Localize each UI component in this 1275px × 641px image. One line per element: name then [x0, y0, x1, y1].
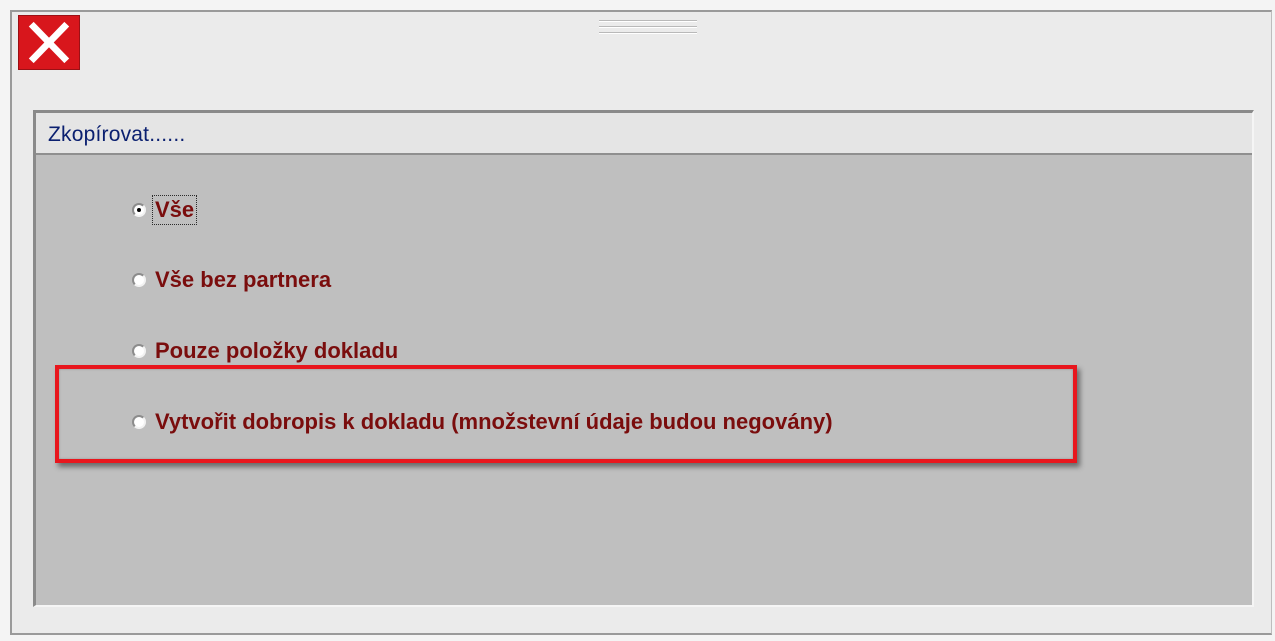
- group-header: Zkopírovat......: [36, 113, 1252, 155]
- close-x-icon: [28, 21, 70, 64]
- radio-option-all[interactable]: Vše: [132, 193, 198, 227]
- copy-options-group: Zkopírovat...... Vše Vše bez partnera Po…: [33, 110, 1254, 607]
- group-title: Zkopírovat......: [48, 123, 186, 146]
- radio-label-all: Vše: [151, 195, 198, 225]
- radio-label-document-items-only: Pouze položky dokladu: [155, 338, 399, 363]
- radio-option-document-items-only[interactable]: Pouze položky dokladu: [132, 334, 400, 368]
- radio-button-selected-icon[interactable]: [132, 203, 146, 217]
- radio-option-credit-note[interactable]: Vytvořit dobropis k dokladu (množstevní …: [132, 405, 835, 439]
- radio-label-credit-note: Vytvořit dobropis k dokladu (množstevní …: [155, 409, 833, 434]
- dialog-window: Zkopírovat...... Vše Vše bez partnera Po…: [10, 10, 1272, 635]
- radio-option-all-without-partner[interactable]: Vše bez partnera: [132, 263, 333, 297]
- radio-button-icon[interactable]: [132, 415, 146, 429]
- close-button[interactable]: [18, 15, 80, 70]
- radio-label-all-without-partner: Vše bez partnera: [155, 267, 332, 292]
- radio-button-icon[interactable]: [132, 273, 146, 287]
- radio-button-icon[interactable]: [132, 344, 146, 358]
- drag-grip-handle[interactable]: [599, 20, 697, 42]
